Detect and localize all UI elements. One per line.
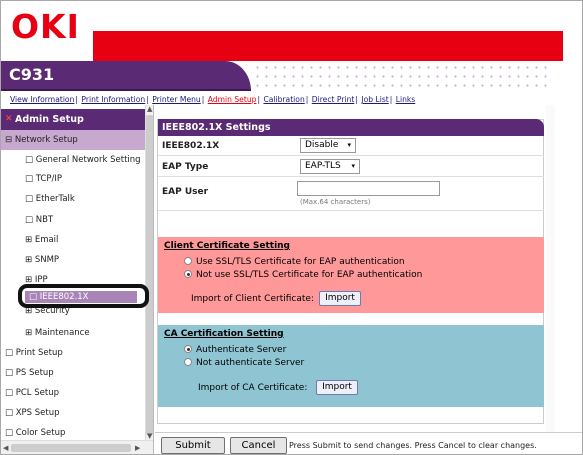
sidebar-item-nbt[interactable]: □ NBT <box>1 210 53 230</box>
scroll-down-arrow-icon[interactable]: ▼ <box>147 432 152 440</box>
ca-cert-title: CA Certification Setting <box>164 329 284 339</box>
ieee-select[interactable]: Disable ▾ <box>300 138 356 153</box>
nav-printer-menu[interactable]: Printer Menu <box>152 95 201 104</box>
sidebar-item-pcl-setup[interactable]: □ PCL Setup <box>1 383 59 403</box>
client-cert-option-use-label: Use SSL/TLS Certificate for EAP authenti… <box>196 257 405 267</box>
ca-cert-option-not-auth-label: Not authenticate Server <box>196 358 305 368</box>
eap-type-label: EAP Type <box>162 162 209 172</box>
main-content: IEEE802.1X Settings IEEE802.1X Disable ▾… <box>155 105 582 454</box>
action-hint-text: Press Submit to send changes. Press Canc… <box>289 441 537 450</box>
sidebar: ✕ Admin Setup ⊟ Network Setup □ General … <box>1 105 154 454</box>
ca-cert-option-auth-label: Authenticate Server <box>196 345 287 355</box>
scroll-left-arrow-icon[interactable]: ◀ <box>3 444 8 452</box>
scroll-up-arrow-icon[interactable]: ▲ <box>147 105 152 113</box>
sidebar-vertical-scroll-thumb[interactable] <box>146 115 153 435</box>
ieee-row: IEEE802.1X Disable ▾ <box>158 136 544 156</box>
ieee-select-value: Disable <box>305 140 339 150</box>
scroll-right-arrow-icon[interactable]: ▶ <box>135 444 140 452</box>
sidebar-item-xps-setup[interactable]: □ XPS Setup <box>1 403 60 423</box>
nav-view-information[interactable]: View Information <box>10 95 74 104</box>
radio-button[interactable] <box>184 358 192 366</box>
eap-type-select-value: EAP-TLS <box>305 161 341 171</box>
nav-admin-setup[interactable]: Admin Setup <box>208 95 257 104</box>
nav-print-information[interactable]: Print Information <box>81 95 145 104</box>
main-scroll-track <box>546 105 555 432</box>
client-cert-option-not-use-label: Not use SSL/TLS Certificate for EAP auth… <box>196 270 423 280</box>
ieee-label: IEEE802.1X <box>162 141 220 151</box>
client-certificate-box: Client Certificate Setting Use SSL/TLS C… <box>158 237 544 313</box>
sidebar-item-snmp[interactable]: ⊞ SNMP <box>1 250 59 270</box>
client-cert-title: Client Certificate Setting <box>164 241 290 251</box>
chevron-down-icon: ▾ <box>351 162 355 170</box>
eap-user-label: EAP User <box>162 187 209 197</box>
action-bar: Submit Cancel Press Submit to send chang… <box>155 432 582 454</box>
callout-highlight-ring <box>18 284 149 308</box>
eap-type-select[interactable]: EAP-TLS ▾ <box>300 159 360 174</box>
radio-button[interactable] <box>184 257 192 265</box>
nav-links[interactable]: Links <box>396 95 416 104</box>
sidebar-item-maintenance[interactable]: ⊞ Maintenance <box>1 323 90 343</box>
ca-cert-import-label: Import of CA Certificate: <box>198 383 308 393</box>
sidebar-item-ps-setup[interactable]: □ PS Setup <box>1 363 54 383</box>
client-cert-option-use[interactable]: Use SSL/TLS Certificate for EAP authenti… <box>184 257 405 267</box>
nav-job-list[interactable]: Job List <box>361 95 388 104</box>
radio-button-selected[interactable] <box>184 345 192 353</box>
sidebar-item-print-setup[interactable]: □ Print Setup <box>1 343 63 363</box>
sidebar-admin-label: Admin Setup <box>15 114 84 125</box>
ca-cert-import-button[interactable]: Import <box>316 380 358 395</box>
client-cert-import-label: Import of Client Certificate: <box>191 294 314 304</box>
sidebar-item-ethertalk[interactable]: □ EtherTalk <box>1 189 75 209</box>
sidebar-horizontal-scroll-thumb[interactable] <box>11 444 131 452</box>
ca-cert-option-auth[interactable]: Authenticate Server <box>184 345 286 355</box>
collapse-icon: ✕ <box>5 114 13 124</box>
nav-calibration[interactable]: Calibration <box>263 95 304 104</box>
ca-cert-option-not-auth[interactable]: Not authenticate Server <box>184 358 304 368</box>
printer-admin-page: OKI C931 View Information| Print Informa… <box>0 0 583 455</box>
top-navigation: View Information| Print Information| Pri… <box>10 95 416 104</box>
oki-logo: OKI <box>11 7 80 46</box>
nav-direct-print[interactable]: Direct Print <box>312 95 355 104</box>
submit-button[interactable]: Submit <box>161 437 225 454</box>
sidebar-item-email[interactable]: ⊞ Email <box>1 230 58 250</box>
client-cert-option-not-use[interactable]: Not use SSL/TLS Certificate for EAP auth… <box>184 270 422 280</box>
sidebar-item-network-setup[interactable]: ⊟ Network Setup <box>1 130 145 150</box>
eap-user-hint: (Max.64 characters) <box>300 198 371 206</box>
client-cert-import-button[interactable]: Import <box>319 291 361 306</box>
sidebar-admin-setup[interactable]: ✕ Admin Setup <box>1 109 145 130</box>
header-dot-pattern <box>253 63 553 89</box>
section-title: IEEE802.1X Settings <box>158 119 544 136</box>
sidebar-item-general-network-setting[interactable]: □ General Network Setting <box>1 150 141 170</box>
eap-user-input[interactable] <box>297 181 440 196</box>
cancel-button[interactable]: Cancel <box>230 437 287 454</box>
chevron-down-icon: ▾ <box>347 141 351 149</box>
sidebar-item-tcpip[interactable]: □ TCP/IP <box>1 169 62 189</box>
eap-type-row: EAP Type EAP-TLS ▾ <box>158 156 544 177</box>
header-red-band <box>93 31 563 61</box>
printer-model-name: C931 <box>9 65 55 84</box>
radio-button-selected[interactable] <box>184 270 192 278</box>
ca-certificate-box: CA Certification Setting Authenticate Se… <box>158 325 544 407</box>
